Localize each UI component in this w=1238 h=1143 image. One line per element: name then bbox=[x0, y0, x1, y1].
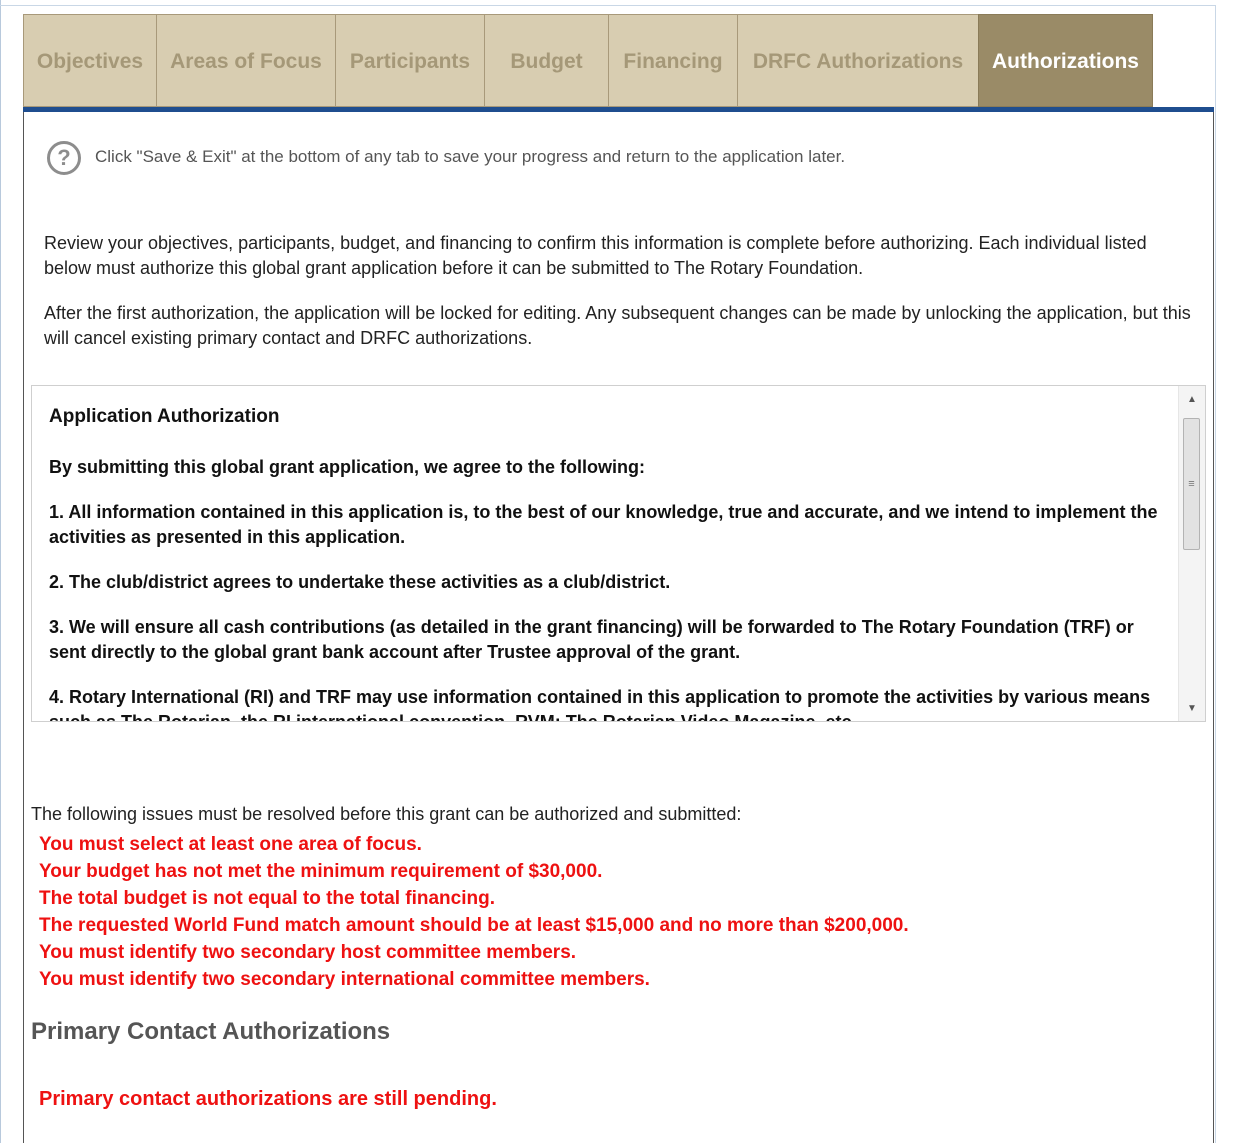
intro-paragraph-review: Review your objectives, participants, bu… bbox=[44, 233, 1147, 278]
frame-top-border bbox=[0, 5, 1215, 6]
authorization-term: 4. Rotary International (RI) and TRF may… bbox=[49, 687, 1151, 722]
primary-contact-title: Primary Contact Authorizations bbox=[31, 1018, 391, 1045]
tab-bar: Objectives Areas of Focus Participants B… bbox=[23, 14, 1153, 107]
tab-authorizations[interactable]: Authorizations bbox=[978, 14, 1153, 107]
issues-list: You must select at least one area of foc… bbox=[39, 831, 909, 993]
scrollbar-thumb[interactable]: ≡ bbox=[1183, 418, 1200, 550]
scroll-up-arrow-icon[interactable]: ▲ bbox=[1179, 386, 1205, 412]
tab-budget[interactable]: Budget bbox=[484, 14, 608, 107]
tab-participants[interactable]: Participants bbox=[335, 14, 484, 107]
tab-objectives[interactable]: Objectives bbox=[23, 14, 156, 107]
authorization-term: 3. We will ensure all cash contributions… bbox=[49, 617, 1134, 662]
issue-item: The requested World Fund match amount sh… bbox=[39, 915, 909, 936]
issues-intro: The following issues must be resolved be… bbox=[31, 804, 742, 824]
primary-contact-status: Primary contact authorizations are still… bbox=[39, 1088, 497, 1110]
authorization-term: 1. All information contained in this app… bbox=[49, 502, 1158, 547]
vertical-scrollbar[interactable]: ▲ ≡ ▼ bbox=[1178, 386, 1205, 721]
issue-item: The total budget is not equal to the tot… bbox=[39, 888, 495, 909]
authorization-statement: By submitting this global grant applicat… bbox=[49, 457, 646, 477]
help-text: Click "Save & Exit" at the bottom of any… bbox=[95, 147, 846, 166]
authorization-terms-box[interactable]: Application Authorization By submitting … bbox=[31, 385, 1206, 722]
authorization-term: 2. The club/district agrees to undertake… bbox=[49, 572, 671, 592]
tab-areas-of-focus[interactable]: Areas of Focus bbox=[156, 14, 335, 107]
issue-item: Your budget has not met the minimum requ… bbox=[39, 861, 603, 882]
tab-bar-underline bbox=[23, 107, 1214, 112]
intro-paragraph-locking: After the first authorization, the appli… bbox=[44, 303, 1191, 348]
issue-item: You must identify two secondary host com… bbox=[39, 942, 577, 963]
panel-left-border bbox=[23, 112, 24, 1143]
question-circle-icon[interactable]: ? bbox=[47, 141, 81, 175]
authorization-heading: Application Authorization bbox=[49, 406, 280, 427]
frame-right-border bbox=[1215, 5, 1216, 1143]
issue-item: You must identify two secondary internat… bbox=[39, 969, 650, 990]
tab-financing[interactable]: Financing bbox=[608, 14, 737, 107]
tab-drfc-authorizations[interactable]: DRFC Authorizations bbox=[737, 14, 978, 107]
scroll-down-arrow-icon[interactable]: ▼ bbox=[1179, 695, 1205, 721]
issue-item: You must select at least one area of foc… bbox=[39, 834, 422, 855]
authorization-terms-content: Application Authorization By submitting … bbox=[49, 404, 1169, 722]
panel-right-border bbox=[1213, 112, 1214, 1143]
